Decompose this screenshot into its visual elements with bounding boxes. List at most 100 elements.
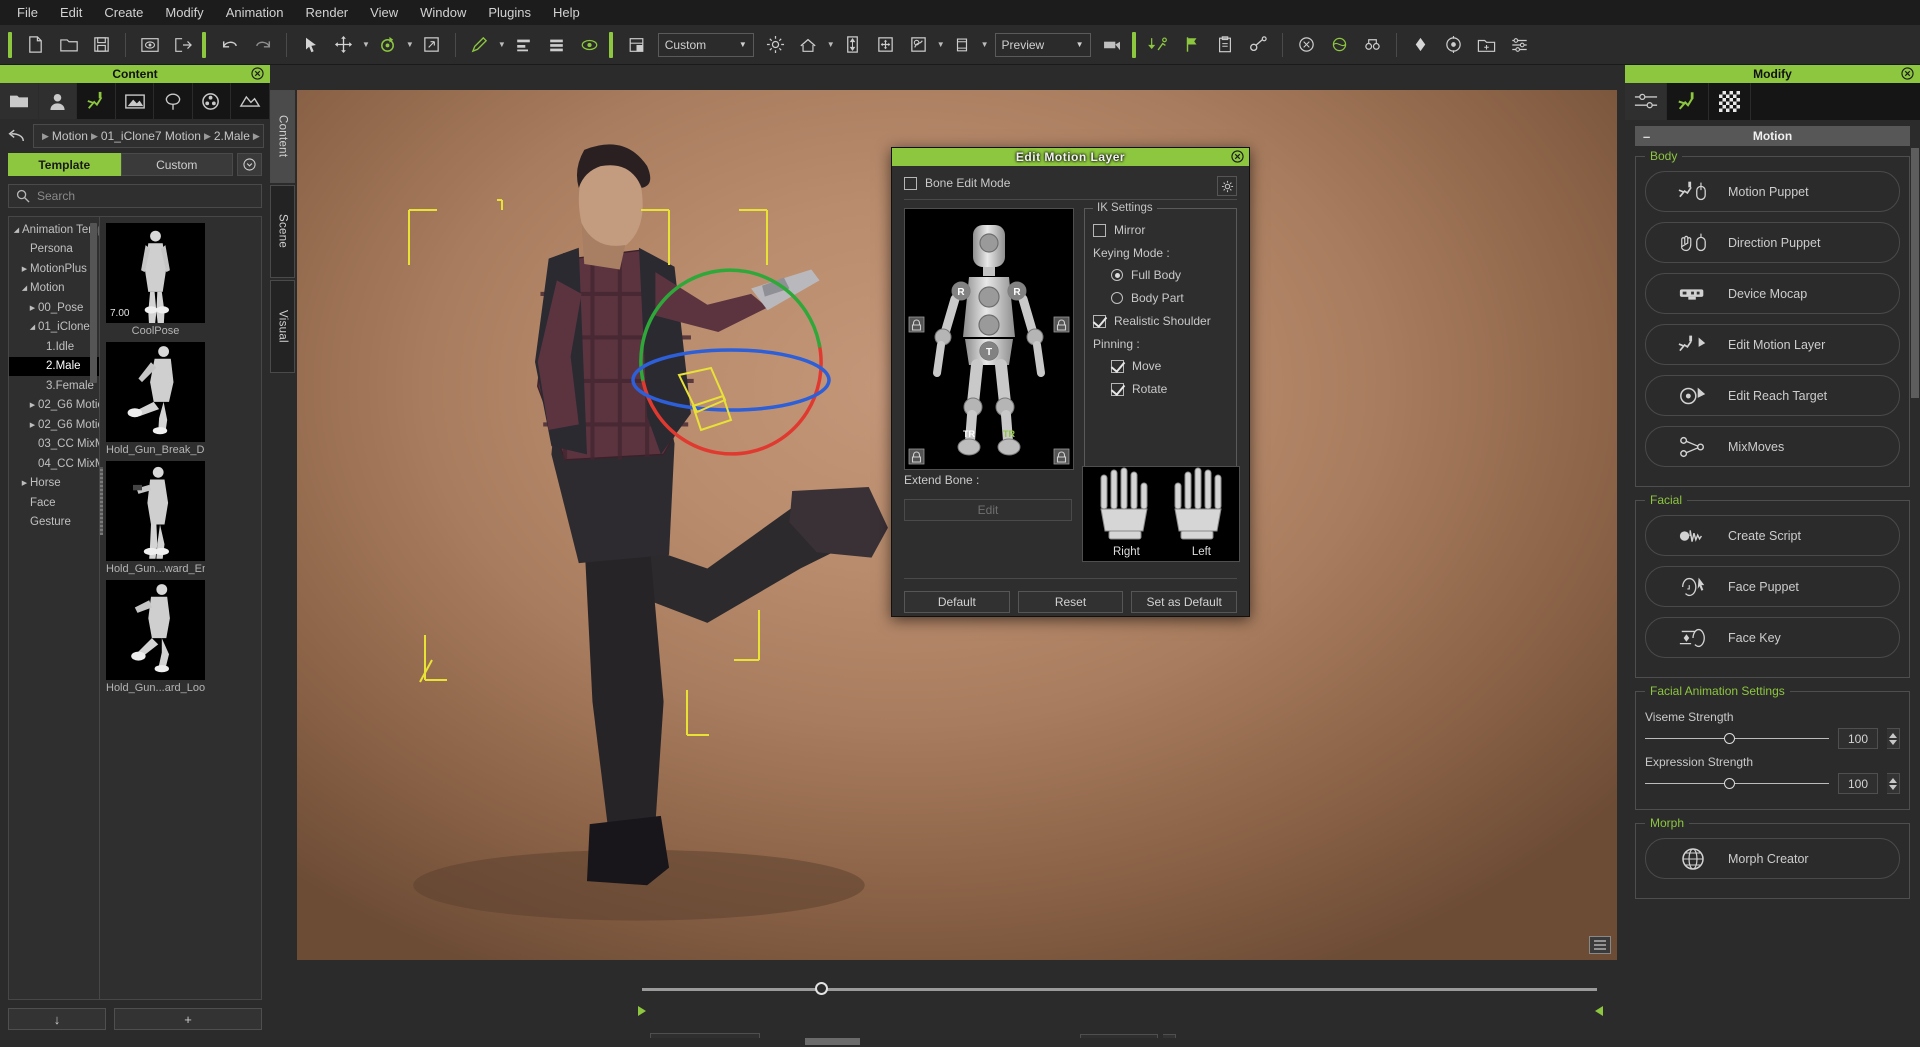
- thumbnail-image[interactable]: [106, 461, 205, 561]
- cube-caret[interactable]: ▼: [981, 40, 989, 49]
- tabs-overflow-icon[interactable]: [237, 153, 262, 176]
- tree-expand-icon[interactable]: ▶: [27, 421, 38, 429]
- dialog-default-button[interactable]: Default: [904, 591, 1010, 613]
- thumbnail-grid[interactable]: 7.00CoolPose Hold_Gun_Break_Doo Hold_Gun..…: [100, 216, 262, 1000]
- open-project-icon[interactable]: [53, 29, 84, 60]
- tree-node[interactable]: 03_CC MixM: [9, 435, 99, 455]
- bone-edit-mode-checkbox[interactable]: [904, 176, 917, 190]
- breadcrumb-item[interactable]: 01_iClone7 Motion: [101, 129, 201, 143]
- pen-tool-icon[interactable]: [464, 29, 495, 60]
- menu-view[interactable]: View: [359, 2, 409, 23]
- timeline-range-start-icon[interactable]: [638, 1006, 646, 1016]
- tree-node[interactable]: 1.Idle: [9, 337, 99, 357]
- pinning-rotate-row[interactable]: Rotate: [1093, 382, 1228, 396]
- undo-icon[interactable]: [214, 29, 245, 60]
- close-icon[interactable]: [251, 67, 264, 80]
- apply-button[interactable]: ↓: [8, 1008, 106, 1030]
- save-project-icon[interactable]: [86, 29, 117, 60]
- fit-vertical-icon[interactable]: [837, 29, 868, 60]
- tree-node[interactable]: ▶ Horse: [9, 474, 99, 494]
- slider-knob[interactable]: [1724, 777, 1736, 789]
- import-motion-icon[interactable]: [1144, 29, 1175, 60]
- dialog-title-bar[interactable]: Edit Motion Layer: [892, 148, 1249, 166]
- shading-icon[interactable]: [903, 29, 934, 60]
- breadcrumb[interactable]: ▶ Motion ▶ 01_iClone7 Motion ▶ 2.Male ▶: [33, 124, 264, 148]
- tree-node[interactable]: 3.Female: [9, 376, 99, 396]
- breadcrumb-item[interactable]: 2.Male: [214, 129, 250, 143]
- breadcrumb-item[interactable]: Motion: [52, 129, 88, 143]
- move-tool-caret[interactable]: ▼: [362, 40, 370, 49]
- modify-scrollbar[interactable]: [1911, 148, 1919, 398]
- tab-material[interactable]: [1709, 83, 1751, 120]
- mirror-checkbox[interactable]: [1093, 223, 1106, 237]
- body-part-radio[interactable]: [1111, 292, 1123, 304]
- pen-caret[interactable]: ▼: [498, 40, 506, 49]
- body-button-motion-puppet[interactable]: Motion Puppet: [1645, 171, 1900, 212]
- tab-project-folder[interactable]: [0, 83, 39, 119]
- extend-bone-edit-button[interactable]: Edit: [904, 499, 1072, 521]
- tab-character[interactable]: [38, 83, 78, 119]
- tab-template[interactable]: Template: [8, 153, 121, 176]
- spinner-up-icon[interactable]: [1889, 732, 1897, 738]
- home-view-icon[interactable]: [793, 29, 824, 60]
- flag-icon[interactable]: [1177, 29, 1208, 60]
- body-button-direction-puppet[interactable]: Direction Puppet: [1645, 222, 1900, 263]
- menu-file[interactable]: File: [6, 2, 49, 23]
- align-icon[interactable]: [508, 29, 539, 60]
- menu-help[interactable]: Help: [542, 2, 591, 23]
- morph-button-morph-creator[interactable]: Morph Creator: [1645, 838, 1900, 879]
- thumbnail-item[interactable]: Hold_Gun_Break_Doo: [106, 342, 205, 456]
- tree-node[interactable]: ▶ MotionPlus: [9, 259, 99, 279]
- keying-body-part-row[interactable]: Body Part: [1093, 291, 1228, 305]
- timeline-track[interactable]: [642, 988, 1597, 991]
- tree-expand-icon[interactable]: ◢: [19, 284, 30, 292]
- left-hand-label[interactable]: Left: [1192, 546, 1211, 558]
- redo-icon[interactable]: [247, 29, 278, 60]
- category-tree[interactable]: ◢ Animation Temp Persona ▶ MotionPlus ◢ Motion…: [8, 216, 100, 1000]
- tab-prop-tree[interactable]: [154, 83, 193, 119]
- thumbnail-image[interactable]: [106, 342, 205, 442]
- tree-node[interactable]: ◢ 01_iClone7: [9, 318, 99, 338]
- pinning-move-checkbox[interactable]: [1111, 359, 1124, 373]
- tree-node[interactable]: 2.Male: [9, 356, 99, 376]
- spinner-up-icon[interactable]: [1889, 777, 1897, 783]
- add-to-library-button[interactable]: +: [114, 1008, 262, 1030]
- thumbnail-item[interactable]: 7.00 CoolPose: [106, 223, 205, 337]
- right-hand-label[interactable]: Right: [1113, 546, 1140, 558]
- facial-button-face-key[interactable]: Face Key: [1645, 617, 1900, 658]
- tab-attribute[interactable]: [1625, 83, 1667, 120]
- menu-window[interactable]: Window: [409, 2, 477, 23]
- menu-render[interactable]: Render: [295, 2, 360, 23]
- soft-cloth-icon[interactable]: [1324, 29, 1355, 60]
- thumbnail-item[interactable]: Hold_Gun...ward_En: [106, 461, 205, 575]
- full-body-radio[interactable]: [1111, 269, 1123, 281]
- menu-edit[interactable]: Edit: [49, 2, 93, 23]
- tree-node[interactable]: ▶ 02_G6 Motio: [9, 415, 99, 435]
- tree-expand-icon[interactable]: ◢: [11, 226, 22, 234]
- bone-edit-mode-row[interactable]: Bone Edit Mode: [904, 176, 1237, 190]
- spinner-down-icon[interactable]: [1889, 739, 1897, 745]
- realistic-shoulder-checkbox[interactable]: [1093, 314, 1106, 328]
- slider-spinner[interactable]: [1887, 773, 1900, 794]
- tab-media[interactable]: [193, 83, 232, 119]
- rotate-tool-caret[interactable]: ▼: [406, 40, 414, 49]
- tree-node[interactable]: ◢ Animation Temp: [9, 220, 99, 240]
- new-project-icon[interactable]: [20, 29, 51, 60]
- slider-track[interactable]: [1645, 777, 1829, 789]
- thumbnail-item[interactable]: Hold_Gun...ard_Loop: [106, 580, 205, 694]
- dialog-set-as-default-button[interactable]: Set as Default: [1131, 591, 1238, 613]
- tab-animation[interactable]: [77, 83, 116, 119]
- tree-node[interactable]: Gesture: [9, 513, 99, 533]
- view-preset-dropdown[interactable]: Custom ▼: [657, 32, 754, 57]
- hands-figure[interactable]: [1083, 467, 1239, 561]
- tree-node[interactable]: Face: [9, 493, 99, 513]
- settings-list-icon[interactable]: [1504, 29, 1535, 60]
- keying-full-body-row[interactable]: Full Body: [1093, 268, 1228, 282]
- thumbnail-image[interactable]: [106, 580, 205, 680]
- visibility-icon[interactable]: [574, 29, 605, 60]
- thumbnail-image[interactable]: 7.00: [106, 223, 205, 323]
- close-icon-modify[interactable]: [1901, 67, 1914, 80]
- move-tool-icon[interactable]: [328, 29, 359, 60]
- tab-animation-modify[interactable]: [1667, 83, 1709, 120]
- dialog-settings-icon[interactable]: [1217, 176, 1237, 196]
